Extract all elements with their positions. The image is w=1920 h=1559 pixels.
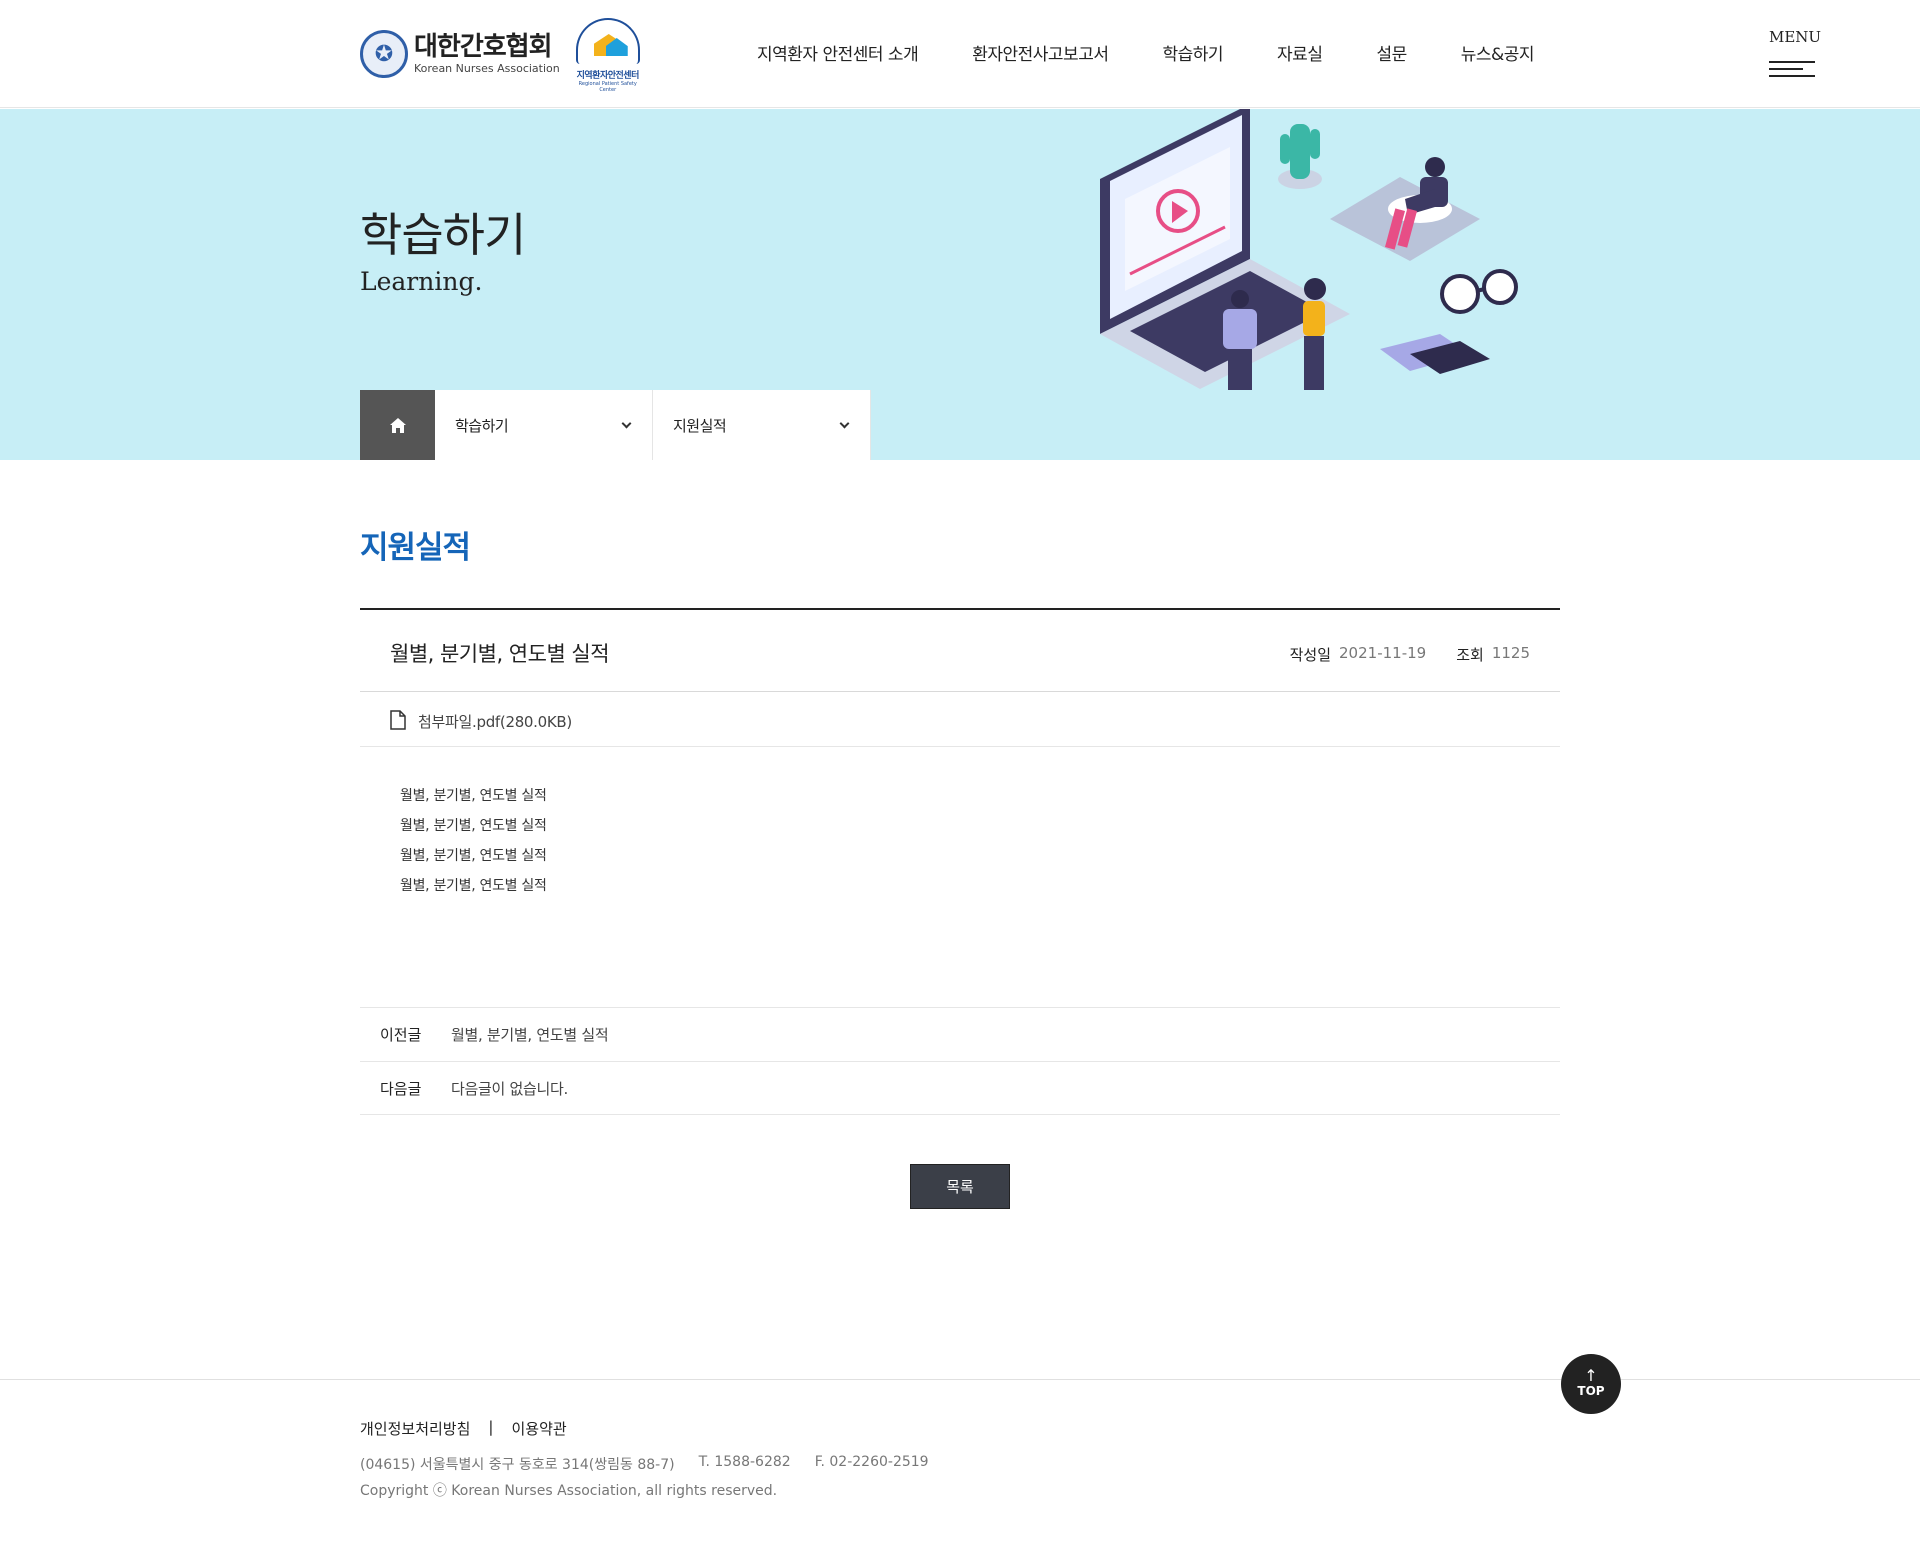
- body-line: 월별, 분기별, 연도별 실적: [400, 788, 547, 804]
- footer-address: (04615) 서울특별시 중구 동호로 314(쌍림동 88-7): [360, 1457, 675, 1473]
- terms-link[interactable]: 이용약관: [511, 1418, 566, 1439]
- site-footer: 개인정보처리방침 | 이용약관 (04615) 서울특별시 중구 동호로 314…: [0, 1379, 1920, 1559]
- privacy-policy-link[interactable]: 개인정보처리방침: [360, 1418, 470, 1439]
- attachment-link[interactable]: 첨부파일.pdf(280.0KB): [418, 711, 572, 732]
- prev-post-row: 이전글 월별, 분기별, 연도별 실적: [360, 1007, 1560, 1061]
- body-line: 월별, 분기별, 연도별 실적: [400, 818, 547, 834]
- post-views: 1125: [1491, 644, 1530, 662]
- menu-label: MENU: [1769, 28, 1822, 46]
- prev-post-label: 이전글: [380, 1026, 422, 1044]
- footer-fax: F. 02-2260-2519: [814, 1454, 929, 1470]
- nav-item-survey[interactable]: 설문: [1376, 40, 1407, 65]
- top-label: TOP: [1577, 1384, 1605, 1398]
- nav-item-library[interactable]: 자료실: [1277, 40, 1323, 65]
- home-button[interactable]: [360, 390, 435, 460]
- list-button[interactable]: 목록: [910, 1164, 1010, 1209]
- chevron-down-icon: [839, 418, 850, 429]
- nav-item-learning[interactable]: 학습하기: [1162, 40, 1223, 65]
- views-label: 조회: [1456, 646, 1484, 664]
- location-depth1-select[interactable]: 학습하기: [435, 390, 653, 460]
- all-menu-button[interactable]: MENU: [1769, 28, 1821, 84]
- kna-emblem-icon: ✪: [360, 30, 408, 78]
- learning-illustration: [1100, 109, 1518, 390]
- home-icon: [389, 417, 406, 433]
- nav-item-center-intro[interactable]: 지역환자 안전센터 소개: [757, 40, 919, 65]
- file-icon: [390, 710, 406, 730]
- nav-item-incident-report[interactable]: 환자안전사고보고서: [972, 40, 1109, 65]
- patient-safety-center-badge[interactable]: 지역환자안전센터 Regional Patient Safety Center: [575, 18, 640, 93]
- post-date: 2021-11-19: [1339, 644, 1427, 662]
- location-depth2-select[interactable]: 지원실적: [653, 390, 871, 460]
- post-subject: 월별, 분기별, 연도별 실적: [390, 642, 610, 666]
- location-depth1-label: 학습하기: [455, 416, 509, 435]
- footer-address-line: (04615) 서울특별시 중구 동호로 314(쌍림동 88-7) T. 15…: [360, 1454, 953, 1474]
- location-depth2-label: 지원실적: [673, 416, 727, 435]
- footer-copyright: Copyright ⓒ Korean Nurses Association, a…: [360, 1483, 778, 1499]
- nav-item-news[interactable]: 뉴스&공지: [1461, 40, 1535, 65]
- hamburger-icon: [1769, 61, 1815, 63]
- location-bar: 학습하기 지원실적: [360, 390, 871, 460]
- chevron-down-icon: [621, 418, 632, 429]
- next-post-label: 다음글: [380, 1080, 422, 1098]
- scroll-top-button[interactable]: ↑ TOP: [1561, 1354, 1621, 1414]
- sub-visual-banner: 학습하기 Learning.: [0, 109, 1920, 460]
- visual-subtitle: Learning.: [360, 267, 483, 296]
- visual-title: 학습하기: [360, 208, 526, 262]
- arrow-up-icon: ↑: [1584, 1366, 1598, 1385]
- main-navigation: 지역환자 안전센터 소개 환자안전사고보고서 학습하기 자료실 설문 뉴스&공지: [757, 40, 1535, 65]
- site-logo[interactable]: ✪ 대한간호협회 Korean Nurses Association 지역환자안…: [360, 18, 640, 93]
- footer-tel: T. 1588-6282: [698, 1454, 791, 1470]
- board-view: 월별, 분기별, 연도별 실적 작성일 2021-11-19 조회 1125 첨…: [360, 608, 1560, 1115]
- post-meta: 작성일 2021-11-19 조회 1125: [1290, 644, 1530, 665]
- site-header: ✪ 대한간호협회 Korean Nurses Association 지역환자안…: [0, 0, 1920, 108]
- next-post-text: 다음글이 없습니다.: [451, 1080, 568, 1098]
- footer-links: 개인정보처리방침 | 이용약관: [360, 1418, 567, 1439]
- logo-korean-name: 대한간호협회: [414, 32, 553, 62]
- post-body: 월별, 분기별, 연도별 실적 월별, 분기별, 연도별 실적 월별, 분기별,…: [360, 747, 1560, 1007]
- page-title: 지원실적: [360, 530, 471, 566]
- logo-english-name: Korean Nurses Association: [414, 62, 560, 75]
- body-line: 월별, 분기별, 연도별 실적: [400, 848, 547, 864]
- footer-separator: |: [488, 1418, 494, 1436]
- next-post-row: 다음글 다음글이 없습니다.: [360, 1061, 1560, 1115]
- date-label: 작성일: [1289, 646, 1332, 664]
- body-line: 월별, 분기별, 연도별 실적: [400, 878, 547, 894]
- attachment-row: 첨부파일.pdf(280.0KB): [360, 692, 1560, 747]
- prev-post-link[interactable]: 월별, 분기별, 연도별 실적: [451, 1024, 609, 1045]
- post-header: 월별, 분기별, 연도별 실적 작성일 2021-11-19 조회 1125: [360, 608, 1560, 692]
